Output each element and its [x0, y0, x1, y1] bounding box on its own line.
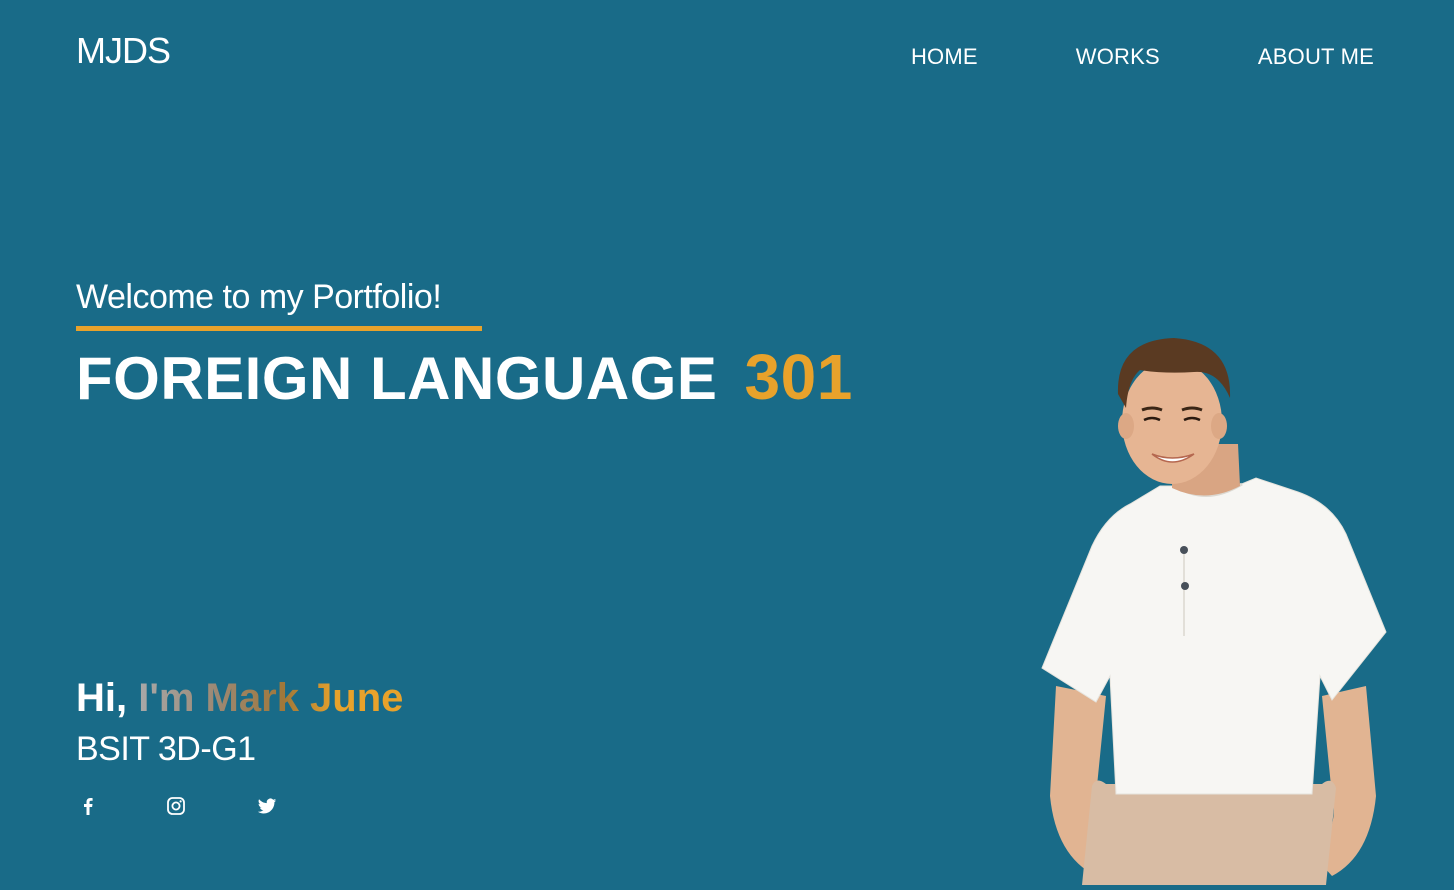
instagram-icon[interactable] — [166, 796, 186, 816]
greeting: Hi, I'm Mark June — [76, 676, 403, 721]
nav-works[interactable]: WORKS — [1076, 44, 1160, 70]
nav-about-me[interactable]: ABOUT ME — [1258, 44, 1374, 70]
twitter-icon[interactable] — [257, 796, 277, 816]
main-nav: HOME WORKS ABOUT ME — [813, 44, 1374, 70]
page-title: FOREIGN LANGUAGE 301 — [76, 340, 853, 414]
site-logo[interactable]: MJDS — [76, 30, 171, 72]
facebook-icon[interactable] — [80, 796, 100, 816]
greeting-hi: Hi, — [76, 676, 128, 720]
greeting-name: I'm Mark June — [138, 676, 404, 720]
title-main: FOREIGN LANGUAGE — [76, 345, 718, 412]
nav-home[interactable]: HOME — [911, 44, 978, 70]
profile-photo — [1036, 336, 1388, 885]
welcome-underline — [76, 326, 482, 331]
title-number: 301 — [744, 341, 853, 413]
course-label: BSIT 3D-G1 — [76, 730, 256, 768]
welcome-text: Welcome to my Portfolio! — [76, 278, 442, 316]
